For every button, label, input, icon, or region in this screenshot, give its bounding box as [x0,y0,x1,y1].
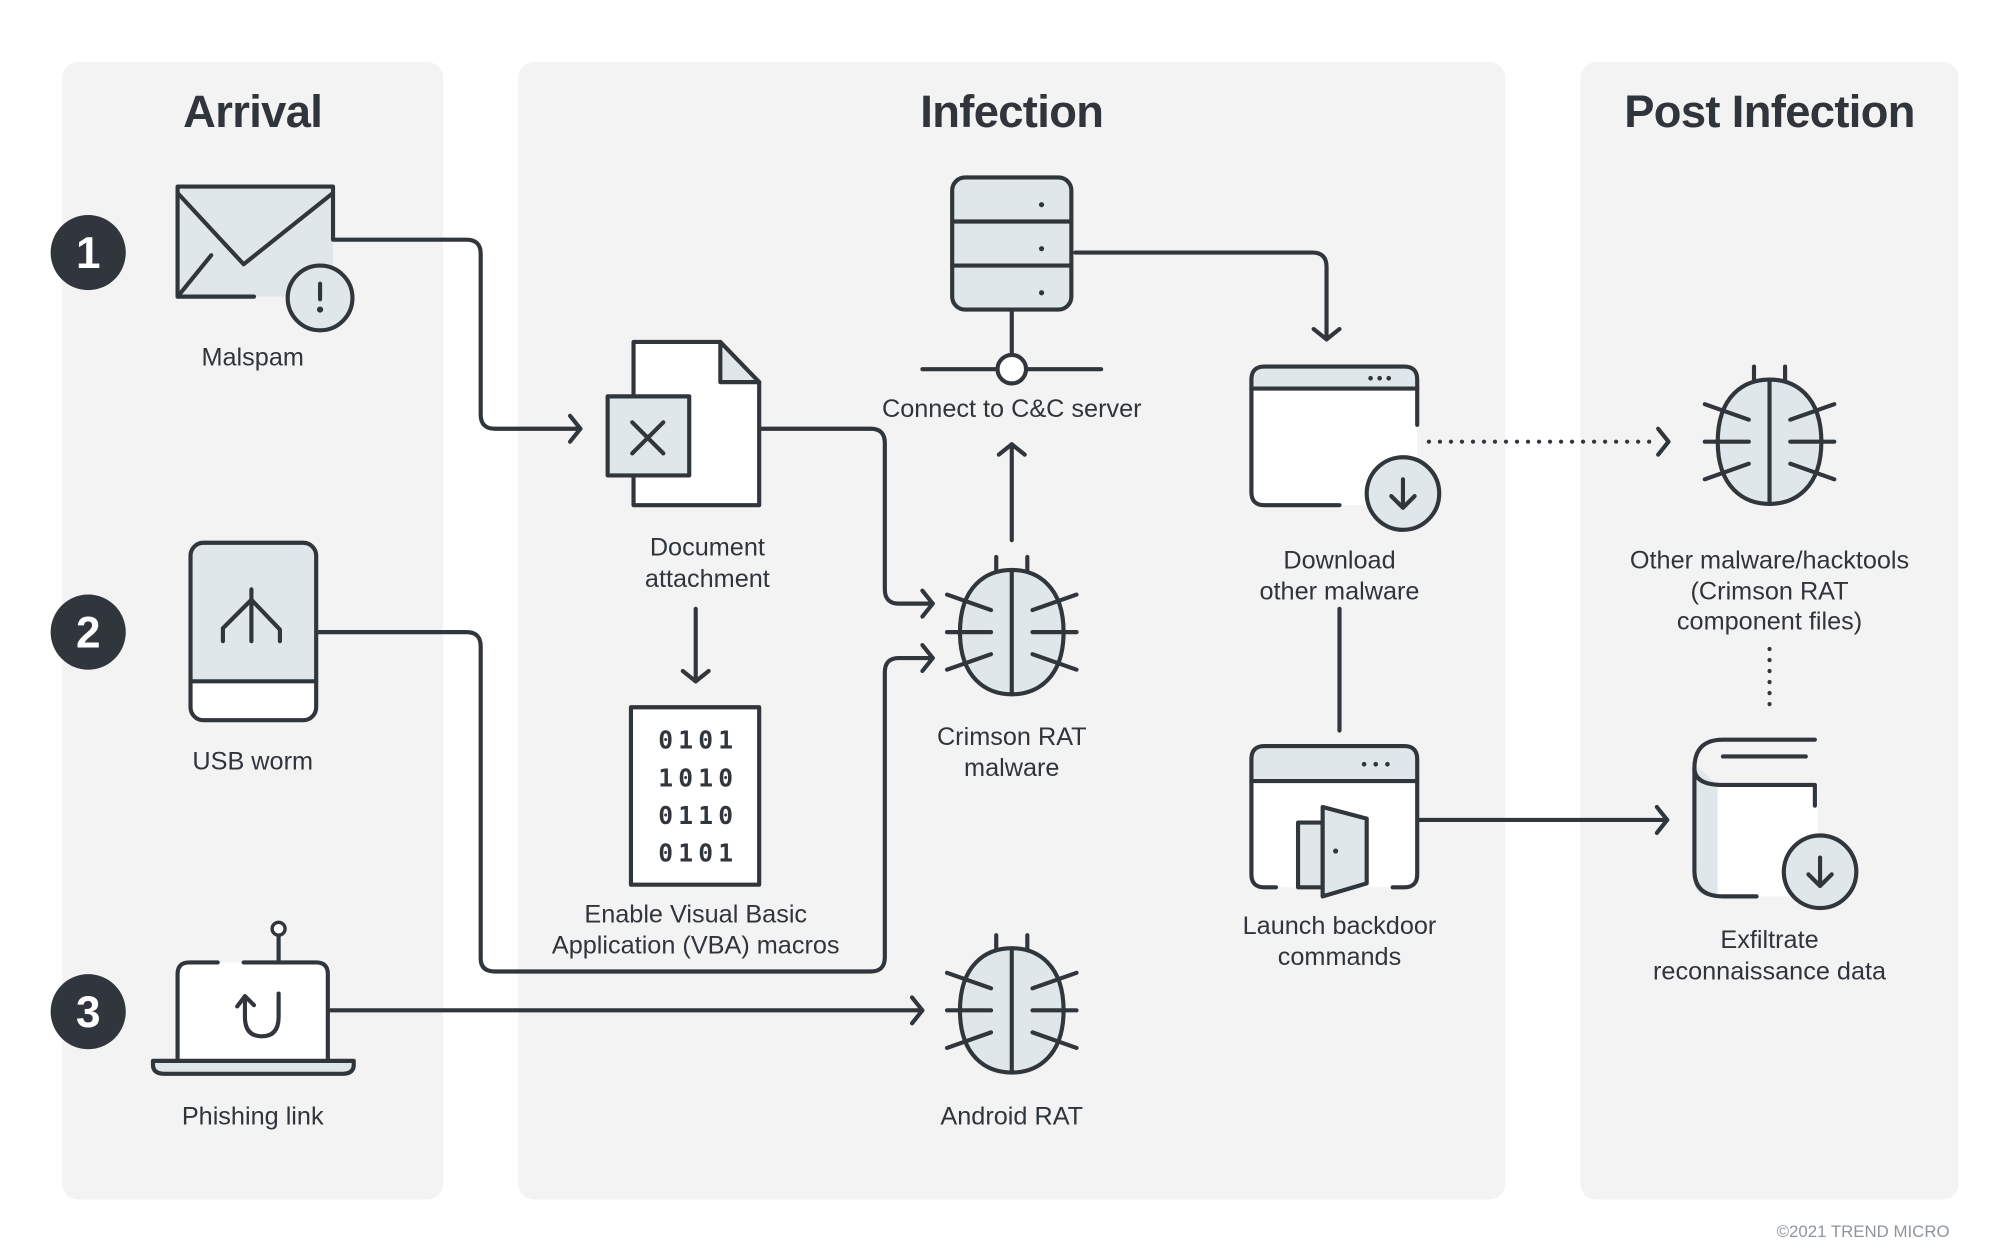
vba-label-line2: Application (VBA) macros [552,931,840,959]
other-malware-label-line1: Other malware/hacktools [1630,547,1909,575]
post-infection-title: Post Infection [1624,86,1915,137]
arrival-title: Arrival [183,86,322,137]
exfiltrate-label-line2: reconnaissance data [1653,957,1887,985]
document-label-line1: Document [650,534,765,562]
binary-row: 1010 [658,763,738,792]
binary-row: 0110 [658,801,738,830]
browser-door-icon [1249,744,1420,899]
phishing-link-label: Phishing link [182,1102,324,1130]
backdoor-label-line1: Launch backdoor [1243,912,1437,940]
malspam-label: Malspam [201,343,303,371]
other-malware-label-line2: (Crimson RAT [1691,578,1849,606]
step-badge-3: 3 [50,974,126,1050]
attack-chain-diagram: Arrival Infection Post Infection 1 2 3 M… [50,62,1959,1241]
binary-file-icon: 0101 1010 0110 0101 [628,705,762,887]
binary-row: 0101 [658,838,738,867]
svg-text:1: 1 [76,229,101,278]
exfiltrate-label-line1: Exfiltrate [1720,926,1818,954]
other-malware-label-line3: component files) [1677,608,1862,636]
usb-worm-label: USB worm [192,747,313,775]
step-badge-2: 2 [50,594,126,670]
usb-drive-icon [188,540,319,723]
download-label-line2: other malware [1260,578,1420,606]
android-rat-label: Android RAT [940,1102,1083,1130]
cnc-label: Connect to C&C server [882,395,1142,423]
document-label-line2: attachment [645,565,770,593]
vba-label-line1: Enable Visual Basic [584,900,807,928]
download-label-line1: Download [1283,547,1395,575]
copyright: ©2021 TREND MICRO [1777,1222,1950,1241]
svg-text:3: 3 [76,988,101,1037]
backdoor-label-line2: commands [1278,943,1402,971]
binary-row: 0101 [658,726,738,755]
svg-text:2: 2 [76,609,101,658]
step-badge-1: 1 [50,215,126,291]
crimson-label-line2: malware [964,754,1059,782]
crimson-label-line1: Crimson RAT [937,723,1087,751]
infection-title: Infection [920,86,1103,137]
